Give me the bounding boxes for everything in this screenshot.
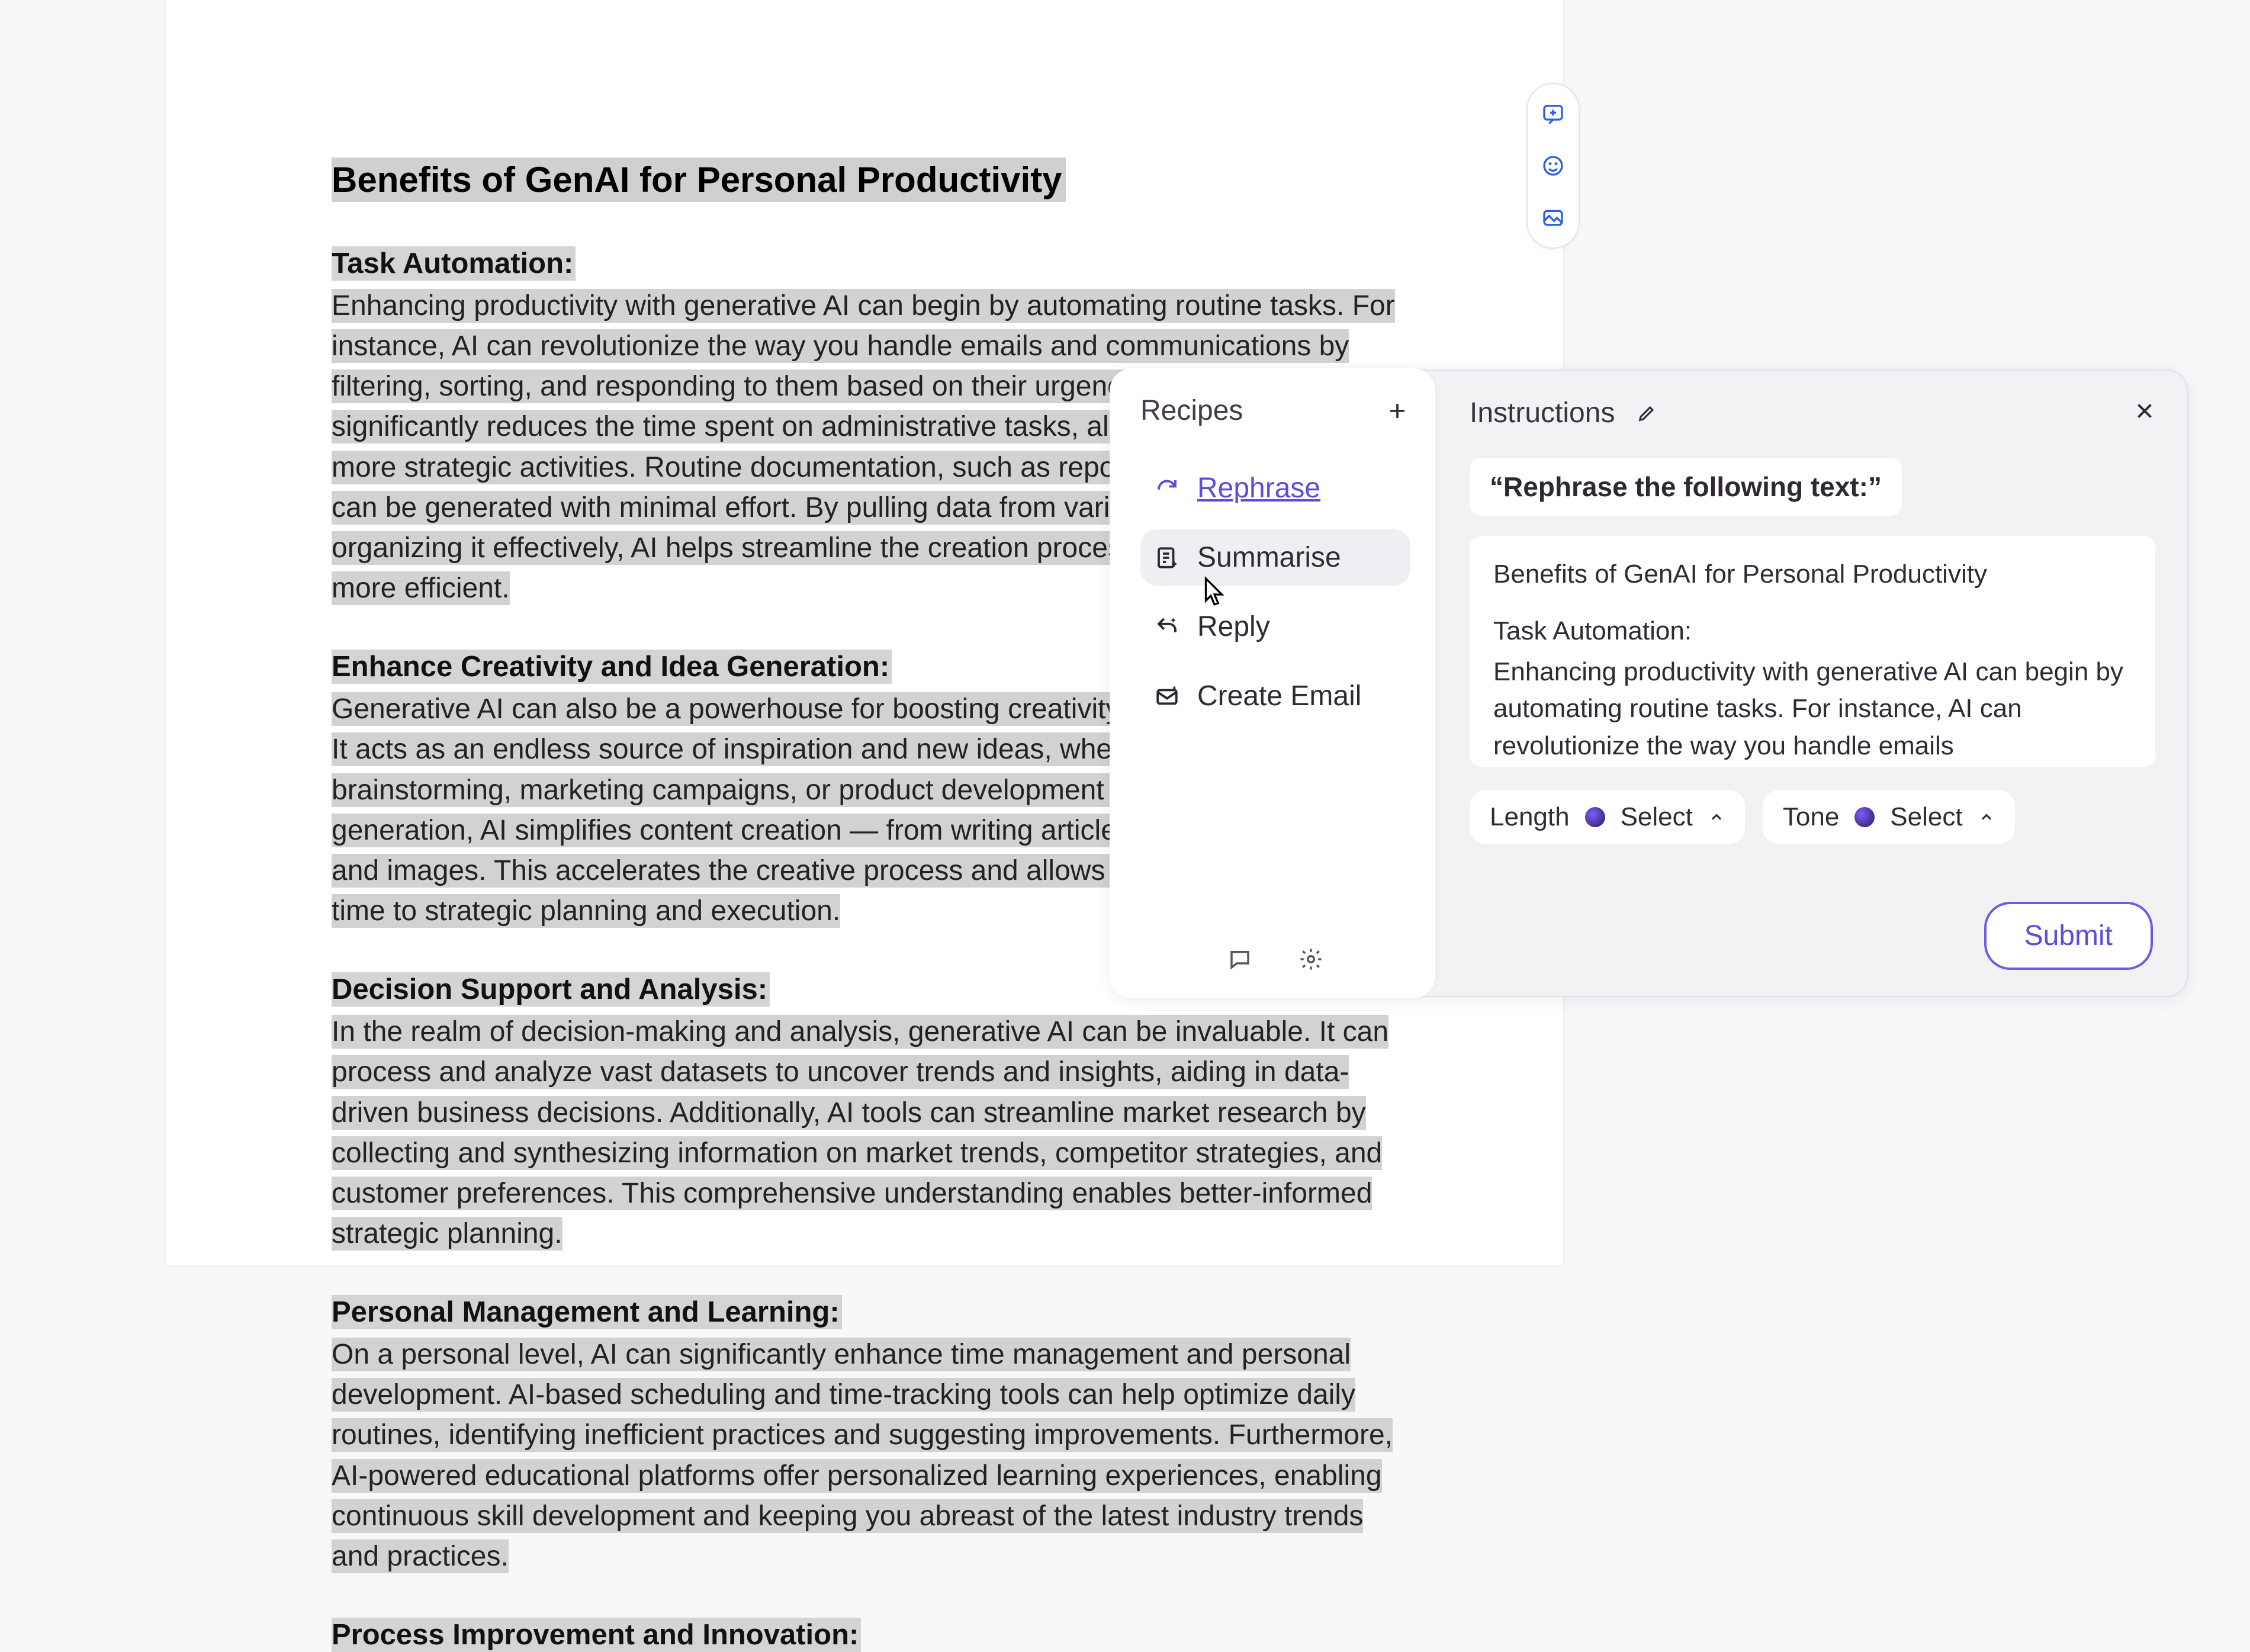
side-toolbar: [1526, 83, 1580, 249]
settings-button[interactable]: [1297, 945, 1325, 973]
section-heading: Enhance Creativity and Idea Generation:: [332, 650, 892, 684]
emoji-button[interactable]: [1539, 152, 1567, 180]
recipe-create-email[interactable]: Create Email: [1140, 668, 1410, 724]
context-title: Benefits of GenAI for Personal Productiv…: [1493, 556, 2132, 593]
chevron-up-icon: [1708, 809, 1725, 825]
length-label: Length: [1490, 802, 1570, 832]
section-process: Process Improvement and Innovation:: [332, 1618, 1409, 1651]
section-personal: Personal Management and Learning: On a p…: [332, 1296, 1409, 1577]
instructions-pane: Instructions “Rephrase the following tex…: [1435, 371, 2187, 996]
context-heading: Task Automation:: [1493, 613, 2132, 650]
close-panel-button[interactable]: [2132, 398, 2158, 424]
tone-select[interactable]: Tone Select: [1763, 790, 2015, 844]
refresh-icon: [1153, 475, 1181, 502]
submit-button[interactable]: Submit: [1984, 902, 2153, 970]
ai-panel: Recipes Rephrase Summarise Reply: [1111, 369, 2188, 997]
recipe-label: Reply: [1197, 610, 1270, 643]
context-body: Enhancing productivity with generative A…: [1493, 654, 2132, 764]
section-heading: Task Automation:: [332, 246, 576, 281]
section-heading: Process Improvement and Innovation:: [332, 1618, 861, 1652]
recipe-label: Create Email: [1197, 680, 1361, 712]
instructions-title: Instructions: [1470, 397, 1615, 429]
tone-value: Select: [1890, 802, 1962, 832]
length-value: Select: [1621, 802, 1693, 832]
add-recipe-button[interactable]: [1384, 398, 1410, 424]
section-heading: Decision Support and Analysis:: [332, 972, 770, 1007]
tone-label: Tone: [1783, 802, 1839, 832]
chat-button[interactable]: [1226, 945, 1254, 973]
section-decision: Decision Support and Analysis: In the re…: [332, 973, 1409, 1254]
section-body: On a personal level, AI can significantl…: [332, 1338, 1393, 1573]
document-title: Benefits of GenAI for Personal Productiv…: [332, 158, 1066, 202]
section-heading: Personal Management and Learning:: [332, 1295, 842, 1329]
chevron-up-icon: [1978, 809, 1995, 825]
recipe-reply[interactable]: Reply: [1140, 599, 1410, 655]
prompt-text: “Rephrase the following text:”: [1470, 458, 1902, 516]
recipe-summarise[interactable]: Summarise: [1140, 529, 1410, 586]
add-comment-button[interactable]: [1539, 99, 1567, 128]
context-preview: Benefits of GenAI for Personal Productiv…: [1470, 536, 2155, 767]
image-button[interactable]: [1539, 204, 1567, 232]
recipes-title: Recipes: [1140, 394, 1243, 427]
reply-sparkle-icon: [1153, 613, 1181, 641]
doc-sparkle-icon: [1153, 544, 1181, 571]
edit-instructions-button[interactable]: [1635, 401, 1658, 425]
recipe-label: Summarise: [1197, 541, 1341, 574]
recipes-pane: Recipes Rephrase Summarise Reply: [1110, 368, 1435, 998]
mail-sparkle-icon: [1153, 683, 1181, 710]
section-body: In the realm of decision-making and anal…: [332, 1015, 1388, 1251]
length-select[interactable]: Length Select: [1470, 790, 1745, 844]
recipe-label: Rephrase: [1197, 472, 1320, 504]
recipe-rephrase[interactable]: Rephrase: [1140, 460, 1410, 516]
ai-dot-icon: [1585, 807, 1605, 827]
ai-dot-icon: [1854, 807, 1875, 827]
